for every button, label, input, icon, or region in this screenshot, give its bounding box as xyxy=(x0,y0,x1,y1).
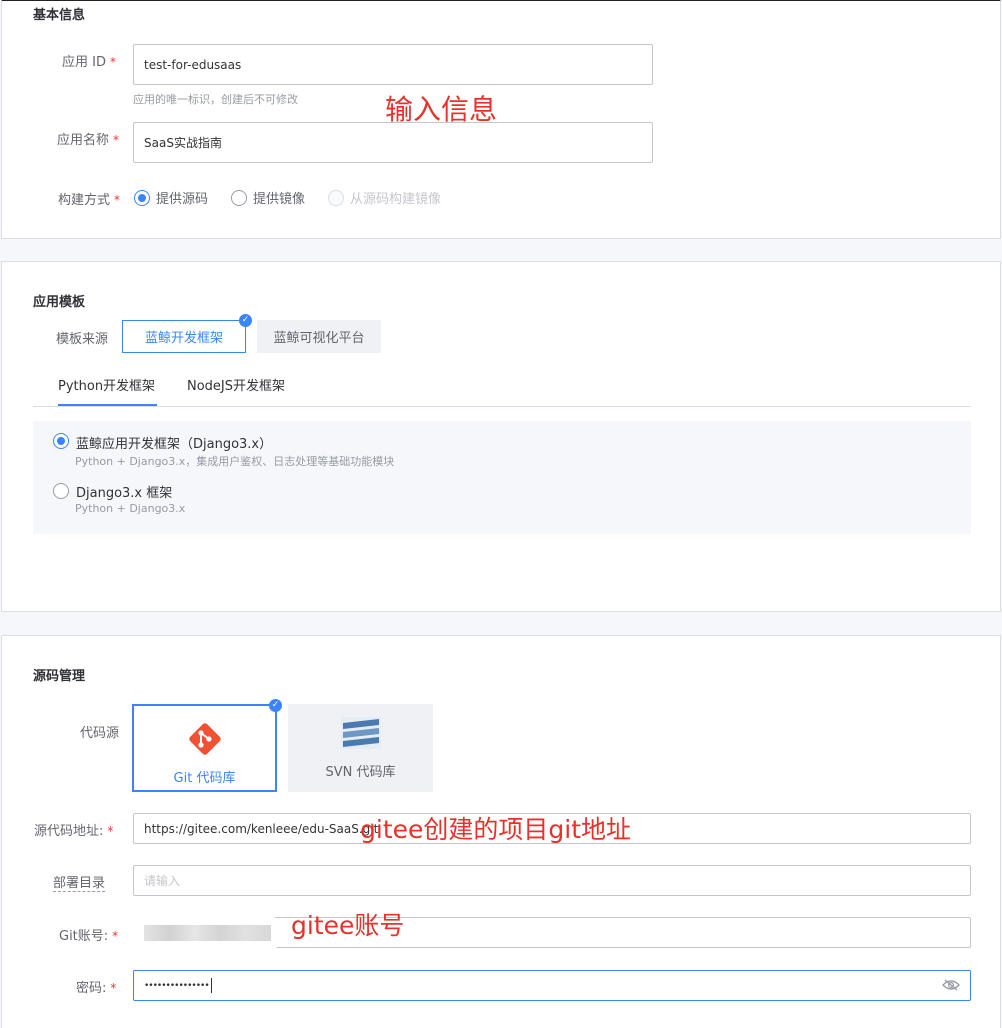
framework-name: Django3.x 框架 xyxy=(76,486,173,501)
app-id-label: 应用 ID * xyxy=(62,55,116,70)
radio-provide-source[interactable]: 提供源码 xyxy=(134,188,208,207)
app-template-card: 应用模板 模板来源 蓝鲸开发框架 ✓ 蓝鲸可视化平台 Python开发框架 No… xyxy=(1,261,1001,612)
source-management-card: 源码管理 代码源 Git 代码库 ✓ SVN 代码库 源代码地址: * https… xyxy=(1,635,1001,1028)
radio-dot xyxy=(328,189,344,206)
basic-info-card: 基本信息 应用 ID * test-for-edusaas 应用的唯一标识，创建后… xyxy=(1,0,1001,239)
annotation-gitee-account: gitee账号 xyxy=(291,911,405,940)
radio-dot xyxy=(53,433,69,449)
app-name-label: 应用名称 * xyxy=(57,133,120,148)
git-account-label: Git账号: * xyxy=(59,929,119,944)
radio-dot xyxy=(231,189,247,206)
git-icon xyxy=(188,723,221,755)
radio-provide-image[interactable]: 提供镜像 xyxy=(231,188,305,207)
tab-divider xyxy=(33,406,971,407)
repo-url-label: 源代码地址: * xyxy=(34,824,114,839)
subversion-icon xyxy=(340,717,381,749)
section-title-source: 源码管理 xyxy=(33,669,86,684)
framework-name: 蓝鲸应用开发框架（Django3.x） xyxy=(76,437,273,452)
password-label: 密码: * xyxy=(76,981,117,996)
framework-radio-django[interactable] xyxy=(53,483,75,499)
app-id-hint: 应用的唯一标识，创建后不可修改 xyxy=(133,93,298,106)
check-icon: ✓ xyxy=(269,699,282,712)
eye-hidden-icon[interactable] xyxy=(942,978,960,992)
repo-source-label: 代码源 xyxy=(80,726,120,741)
source-bk-framework[interactable]: 蓝鲸开发框架 xyxy=(122,320,246,353)
check-icon: ✓ xyxy=(239,314,252,327)
repo-svn[interactable]: SVN 代码库 xyxy=(288,704,433,792)
deploy-dir-input[interactable]: 请输入 xyxy=(133,865,971,896)
framework-desc: Python + Django3.x，集成用户鉴权、日志处理等基础功能模块 xyxy=(75,455,395,468)
annotation-git-url: gitee创建的项目git地址 xyxy=(360,815,631,844)
repo-git[interactable]: Git 代码库 xyxy=(132,704,277,792)
template-source-label: 模板来源 xyxy=(56,332,109,347)
radio-dot xyxy=(53,483,69,499)
section-title-basic: 基本信息 xyxy=(33,8,86,23)
app-id-input[interactable]: test-for-edusaas xyxy=(133,44,653,85)
app-name-input[interactable]: SaaS实战指南 xyxy=(133,122,653,163)
framework-radio-bk-django[interactable] xyxy=(53,433,75,449)
build-method-label: 构建方式 * xyxy=(58,193,121,208)
deploy-dir-label: 部署目录 xyxy=(53,872,106,892)
tab-nodejs-framework[interactable]: NodeJS开发框架 xyxy=(187,375,285,394)
framework-desc: Python + Django3.x xyxy=(75,502,186,515)
radio-build-image-from-source: 从源码构建镜像 xyxy=(328,188,441,207)
password-input[interactable]: ••••••••••••••• xyxy=(133,970,971,1001)
framework-list-panel: 蓝鲸应用开发框架（Django3.x） Python + Django3.x，集… xyxy=(33,421,971,534)
section-title-template: 应用模板 xyxy=(33,295,86,310)
source-bk-visual-platform[interactable]: 蓝鲸可视化平台 xyxy=(257,320,381,353)
redacted-account-value xyxy=(144,925,271,941)
tab-python-framework[interactable]: Python开发框架 xyxy=(58,375,155,394)
radio-dot xyxy=(134,189,150,206)
text-cursor xyxy=(210,978,212,993)
